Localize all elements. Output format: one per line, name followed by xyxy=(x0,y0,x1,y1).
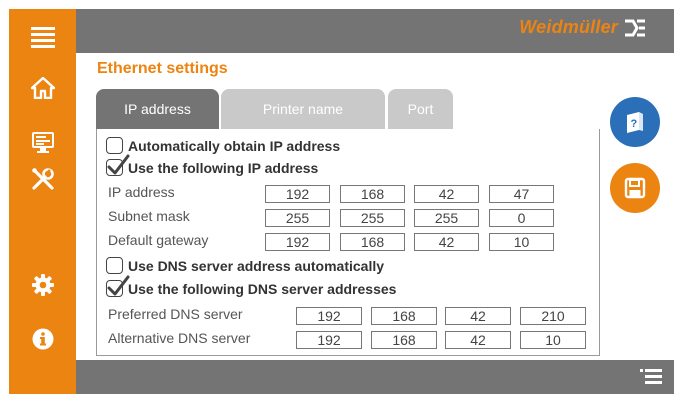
sidebar-info-button[interactable] xyxy=(9,319,76,359)
sidebar-tools-button[interactable] xyxy=(9,159,76,199)
auto-ip-option[interactable]: Automatically obtain IP address xyxy=(106,137,340,154)
ip-address-octet-4[interactable]: 47 xyxy=(489,185,554,203)
sidebar-home-button[interactable] xyxy=(9,68,76,108)
preferred-dns-octet-4[interactable]: 210 xyxy=(520,307,586,325)
tab-printer-name[interactable]: Printer name xyxy=(221,89,385,129)
svg-text:?: ? xyxy=(631,118,638,130)
bottom-bar xyxy=(76,360,674,394)
preferred-dns-octet-1[interactable]: 192 xyxy=(296,307,362,325)
ip-address-octet-2[interactable]: 168 xyxy=(340,185,405,203)
list-menu-button[interactable] xyxy=(640,368,662,386)
auto-dns-label: Use DNS server address automatically xyxy=(128,257,385,274)
default-gateway-label: Default gateway xyxy=(108,232,209,248)
subnet-mask-octet-3[interactable]: 255 xyxy=(414,209,479,227)
app-frame: Weidmüller Ethernet settings IP address … xyxy=(9,9,674,394)
save-button[interactable] xyxy=(610,163,660,213)
menu-icon xyxy=(30,27,55,48)
brand-symbol-icon xyxy=(625,19,645,36)
manual-ip-option[interactable]: Use the following IP address xyxy=(106,154,319,176)
sidebar xyxy=(9,9,76,394)
home-icon xyxy=(30,77,55,99)
manual-dns-checkbox[interactable] xyxy=(106,275,130,297)
sidebar-settings-button[interactable] xyxy=(9,265,76,305)
gear-icon xyxy=(31,274,54,296)
subnet-mask-octet-2[interactable]: 255 xyxy=(340,209,405,227)
subnet-mask-octet-4[interactable]: 0 xyxy=(489,209,554,227)
tab-ip-address[interactable]: IP address xyxy=(96,89,219,129)
brand-logo: Weidmüller xyxy=(519,17,646,38)
default-gateway-octet-4[interactable]: 10 xyxy=(489,233,554,251)
manual-ip-checkbox[interactable] xyxy=(106,154,130,176)
brand-name: Weidmüller xyxy=(519,17,618,37)
tab-port[interactable]: Port xyxy=(388,89,453,129)
preferred-dns-octet-2[interactable]: 168 xyxy=(371,307,437,325)
checkmark-icon xyxy=(107,275,130,296)
sidebar-menu-button[interactable] xyxy=(9,17,76,57)
alternative-dns-octet-4[interactable]: 10 xyxy=(520,331,586,349)
ip-address-octet-1[interactable]: 192 xyxy=(265,185,330,203)
ip-address-label: IP address xyxy=(108,184,175,200)
auto-ip-label: Automatically obtain IP address xyxy=(128,137,341,154)
preferred-dns-octet-3[interactable]: 42 xyxy=(445,307,511,325)
manual-dns-option[interactable]: Use the following DNS server addresses xyxy=(106,275,397,297)
ip-settings-panel: Automatically obtain IP address Use the … xyxy=(96,129,600,356)
top-bar: Weidmüller xyxy=(76,9,674,53)
page-title: Ethernet settings xyxy=(97,60,228,77)
list-menu-icon xyxy=(640,369,662,384)
manual-ip-label: Use the following IP address xyxy=(128,159,319,176)
ip-address-octet-3[interactable]: 42 xyxy=(414,185,479,203)
alternative-dns-octet-2[interactable]: 168 xyxy=(371,331,437,349)
save-icon xyxy=(624,177,646,199)
default-gateway-octet-1[interactable]: 192 xyxy=(265,233,330,251)
auto-dns-checkbox[interactable] xyxy=(106,257,123,274)
preferred-dns-label: Preferred DNS server xyxy=(108,306,243,322)
auto-ip-checkbox[interactable] xyxy=(106,137,123,154)
help-book-icon: ? xyxy=(627,112,643,133)
subnet-mask-label: Subnet mask xyxy=(108,208,190,224)
default-gateway-octet-3[interactable]: 42 xyxy=(414,233,479,251)
subnet-mask-octet-1[interactable]: 255 xyxy=(265,209,330,227)
default-gateway-octet-2[interactable]: 168 xyxy=(340,233,405,251)
alternative-dns-octet-1[interactable]: 192 xyxy=(296,331,362,349)
auto-dns-option[interactable]: Use DNS server address automatically xyxy=(106,257,384,274)
monitor-icon xyxy=(31,132,54,153)
main-content: Ethernet settings IP address Printer nam… xyxy=(76,53,674,360)
help-button[interactable]: ? xyxy=(610,97,660,147)
sidebar-monitor-button[interactable] xyxy=(9,123,76,163)
checkmark-icon xyxy=(107,154,130,175)
tools-icon xyxy=(31,167,54,190)
info-icon xyxy=(32,328,53,350)
alternative-dns-octet-3[interactable]: 42 xyxy=(445,331,511,349)
manual-dns-label: Use the following DNS server addresses xyxy=(128,280,397,297)
alternative-dns-label: Alternative DNS server xyxy=(108,330,251,346)
